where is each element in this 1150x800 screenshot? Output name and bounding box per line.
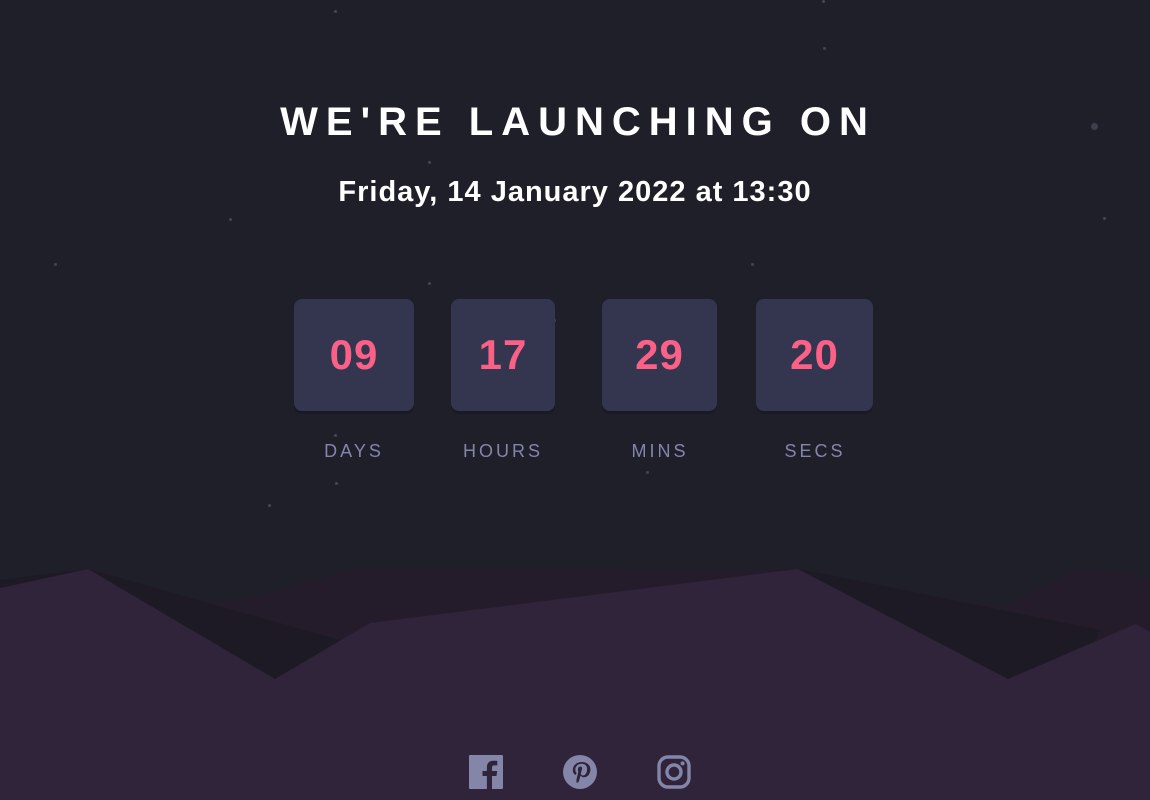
star xyxy=(822,0,825,3)
facebook-icon xyxy=(469,755,503,789)
countdown-days-card: 09 xyxy=(294,299,414,411)
star xyxy=(335,482,338,485)
facebook-link[interactable] xyxy=(469,755,503,789)
launch-date: Friday, 14 January 2022 at 13:30 xyxy=(338,176,812,208)
page-title: WE'RE LAUNCHING ON xyxy=(280,100,876,144)
countdown-secs-label: SECS xyxy=(784,441,846,461)
countdown-hours-value: 17 xyxy=(478,331,528,378)
countdown-secs-card: 20 xyxy=(756,299,873,411)
star xyxy=(229,218,232,221)
countdown-mins-value: 29 xyxy=(635,331,684,378)
countdown-mins-label: MINS xyxy=(631,441,689,461)
instagram-icon xyxy=(657,755,691,789)
countdown-hours-card: 17 xyxy=(451,299,555,411)
instagram-link[interactable] xyxy=(657,755,691,789)
star xyxy=(823,47,826,50)
star xyxy=(334,434,337,437)
countdown-days-value: 09 xyxy=(329,331,379,378)
star xyxy=(428,161,431,164)
countdown-hours-label: HOURS xyxy=(462,441,543,461)
countdown-secs-value: 20 xyxy=(790,331,839,378)
star xyxy=(751,263,754,266)
star xyxy=(54,263,57,266)
countdown-mins-card: 29 xyxy=(602,299,717,411)
star xyxy=(334,10,337,13)
pinterest-icon xyxy=(563,755,597,789)
star xyxy=(646,471,649,474)
star xyxy=(1103,217,1106,220)
star xyxy=(268,504,271,507)
star xyxy=(428,282,431,285)
countdown-days-label: DAYS xyxy=(324,441,384,461)
pinterest-link[interactable] xyxy=(563,755,597,789)
